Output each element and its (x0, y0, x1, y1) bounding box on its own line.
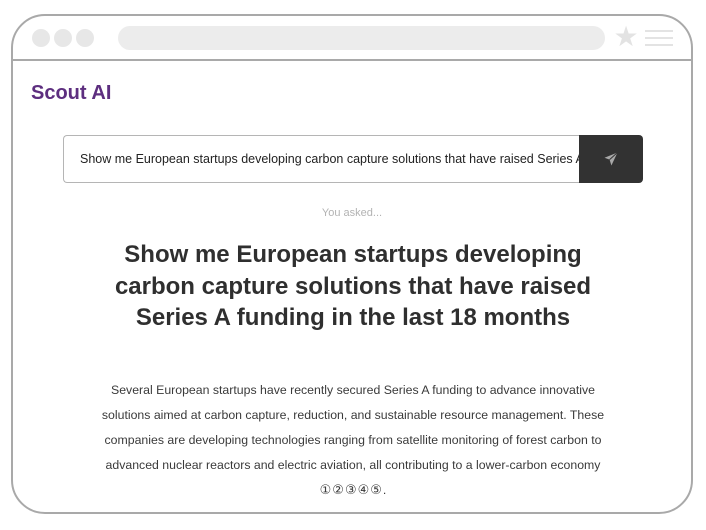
browser-toolbar: ★ (13, 16, 691, 61)
hamburger-menu-icon[interactable] (645, 28, 673, 48)
send-button[interactable] (579, 135, 643, 183)
you-asked-label: You asked... (321, 207, 383, 219)
search-input[interactable] (63, 135, 579, 183)
answer-text: Several European startups have recently … (89, 378, 617, 503)
answer-end-punctuation: . (382, 483, 387, 497)
brand-logo[interactable]: Scout AI (31, 82, 111, 105)
window-minimize-button[interactable] (54, 29, 72, 47)
browser-window: ★ Scout AI You asked... Show me European… (11, 14, 693, 514)
star-icon[interactable]: ★ (611, 22, 641, 52)
window-maximize-button[interactable] (76, 29, 94, 47)
paper-plane-icon (604, 152, 618, 166)
search-bar (63, 135, 643, 183)
question-heading: Show me European startups developing car… (114, 241, 592, 331)
citation-links[interactable]: ①②③④⑤ (320, 483, 383, 498)
answer-body: Several European startups have recently … (101, 383, 605, 472)
address-bar[interactable] (118, 26, 605, 50)
window-close-button[interactable] (32, 29, 50, 47)
